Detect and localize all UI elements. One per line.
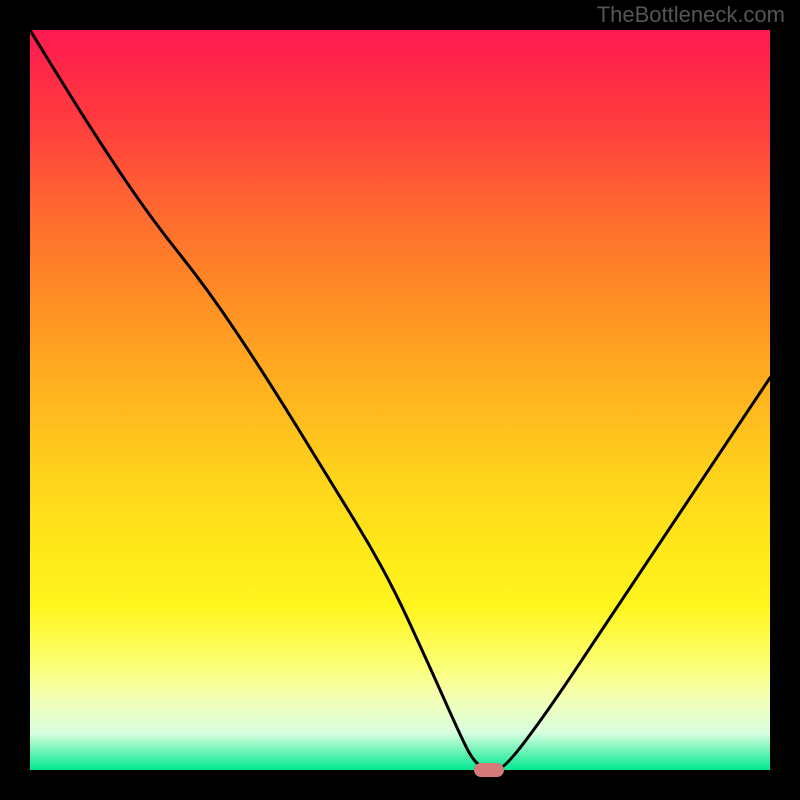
- optimal-point-marker: [474, 763, 504, 777]
- chart-plot-area: [30, 30, 770, 770]
- watermark-text: TheBottleneck.com: [597, 2, 785, 28]
- bottleneck-curve: [30, 30, 770, 770]
